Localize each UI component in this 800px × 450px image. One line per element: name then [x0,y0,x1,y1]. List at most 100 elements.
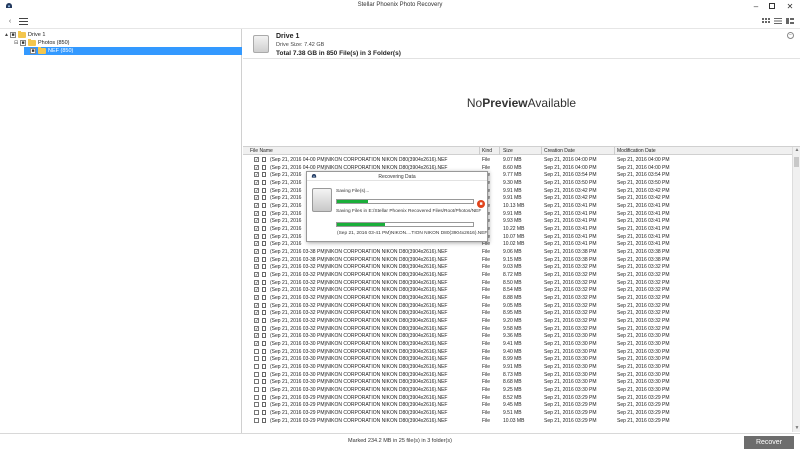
table-row[interactable]: ✓ (Sep 21, 2016 03-30 PM)NIKON CORPORATIO… [243,340,792,348]
drive-size: Drive Size: 7.42 GB [276,42,325,48]
recover-button[interactable]: Recover [744,436,794,449]
table-row[interactable]: ✓ (Sep 21, 2016 03-38 PM)NIKON CORPORATIO… [243,256,792,264]
row-checkbox[interactable]: ✓ [254,210,259,216]
table-row[interactable]: ✓ (Sep 21, 2016 04-00 PM)NIKON CORPORATIO… [243,156,792,164]
view-list-button[interactable] [773,16,783,26]
row-checkbox[interactable]: ✓ [254,287,259,293]
row-checkbox[interactable]: ✓ [254,333,259,339]
table-row[interactable]: ✓ (Sep 21, 2016 03-32 PM)NIKON CORPORATIO… [243,279,792,287]
size-cell: 8.54 MB [503,287,522,294]
table-row[interactable]: ✓ (Sep 21, 2016 03-32 PM)NIKON CORPORATIO… [243,286,792,294]
row-checkbox[interactable]: ✓ [254,341,259,347]
back-button[interactable]: ‹ [5,16,15,26]
row-checkbox[interactable] [254,387,259,393]
row-checkbox[interactable] [254,371,259,377]
row-checkbox[interactable]: ✓ [254,203,259,209]
row-checkbox[interactable]: ✓ [254,195,259,201]
table-row[interactable]: (Sep 21, 2016 03-30 PM)NIKON CORPORATION… [243,363,792,371]
file-name-cell: (Sep 21, 2016 03-32 PM)NIKON CORPORATION… [270,295,448,302]
tree-item[interactable]: ■ NEF (850) [24,47,242,55]
maximize-button[interactable] [762,0,782,12]
table-row[interactable]: ✓ (Sep 21, 2016 03-32 PM)NIKON CORPORATIO… [243,263,792,271]
table-row[interactable]: ✓ (Sep 21, 2016 03-32 PM)NIKON CORPORATIO… [243,309,792,317]
table-row[interactable]: ✓ (Sep 21, 2016 03-32 PM)NIKON CORPORATIO… [243,271,792,279]
row-checkbox[interactable] [254,402,259,408]
row-checkbox[interactable] [254,410,259,416]
row-checkbox[interactable]: ✓ [254,157,259,162]
file-name-cell: (Sep 21, 2016 03-32 PM)NIKON CORPORATION… [270,272,448,279]
row-checkbox[interactable] [254,379,259,385]
minimize-icon: – [753,1,759,11]
row-checkbox[interactable]: ✓ [254,180,259,185]
row-checkbox[interactable] [254,394,259,400]
table-row[interactable]: (Sep 21, 2016 03-30 PM)NIKON CORPORATION… [243,355,792,363]
row-checkbox[interactable]: ✓ [254,279,259,285]
scroll-down-icon[interactable]: ▼ [793,425,800,432]
scroll-thumb[interactable] [794,157,799,167]
column-header-kind[interactable]: Kind [482,148,492,154]
folder-icon [28,39,36,46]
modification-date-cell: Sep 21, 2016 03:41 PM [617,233,670,240]
drive-title: Drive 1 [276,33,300,40]
collapse-icon[interactable]: − [787,32,794,39]
view-detail-button[interactable] [785,16,795,26]
kind-cell: File [482,364,491,371]
row-checkbox[interactable]: ✓ [254,241,259,247]
table-row[interactable]: ✓ (Sep 21, 2016 03-32 PM)NIKON CORPORATIO… [243,302,792,310]
file-icon [262,164,266,170]
table-row[interactable]: ✓ (Sep 21, 2016 03-30 PM)NIKON CORPORATIO… [243,332,792,340]
tree-checkbox[interactable]: ■ [30,48,36,54]
table-row[interactable]: (Sep 21, 2016 03-30 PM)NIKON CORPORATION… [243,378,792,386]
modification-date-cell: Sep 21, 2016 03:32 PM [617,318,670,325]
column-header-size[interactable]: Size [503,148,513,154]
row-checkbox[interactable] [254,417,259,423]
tree-checkbox[interactable]: ■ [10,32,16,38]
table-row[interactable]: (Sep 21, 2016 03-30 PM)NIKON CORPORATION… [243,371,792,379]
row-checkbox[interactable]: ✓ [254,318,259,324]
preview-suffix: Available [527,96,577,110]
table-row[interactable]: ✓ (Sep 21, 2016 03-38 PM)NIKON CORPORATIO… [243,248,792,256]
row-checkbox[interactable] [254,364,259,370]
scroll-up-icon[interactable]: ▲ [793,147,800,155]
row-checkbox[interactable]: ✓ [254,187,259,193]
row-checkbox[interactable]: ✓ [254,310,259,316]
menu-button[interactable] [18,16,28,26]
row-checkbox[interactable]: ✓ [254,272,259,278]
row-checkbox[interactable]: ✓ [254,226,259,232]
row-checkbox[interactable]: ✓ [254,256,259,262]
tree-item[interactable]: ⊟ ■ Photos (850) [14,39,70,47]
creation-date-cell: Sep 21, 2016 03:32 PM [544,264,597,271]
row-checkbox[interactable] [254,356,259,362]
table-row[interactable]: (Sep 21, 2016 03-29 PM)NIKON CORPORATION… [243,417,792,425]
kind-cell: File [482,249,491,256]
table-row[interactable]: ✓ (Sep 21, 2016 03-32 PM)NIKON CORPORATIO… [243,294,792,302]
row-checkbox[interactable]: ✓ [254,218,259,224]
stop-button[interactable]: ■ [477,200,485,208]
row-checkbox[interactable]: ✓ [254,295,259,301]
table-scrollbar[interactable]: ▲ ▼ [792,147,800,432]
kind-cell: File [482,341,491,348]
table-row[interactable]: (Sep 21, 2016 03-29 PM)NIKON CORPORATION… [243,409,792,417]
view-grid-button[interactable] [761,16,771,26]
creation-date-cell: Sep 21, 2016 03:29 PM [544,417,597,424]
close-button[interactable]: ✕ [780,0,800,12]
table-row[interactable]: (Sep 21, 2016 03-29 PM)NIKON CORPORATION… [243,394,792,402]
row-checkbox[interactable]: ✓ [254,164,259,170]
row-checkbox[interactable]: ✓ [254,264,259,270]
row-checkbox[interactable] [254,348,259,354]
row-checkbox[interactable]: ✓ [254,233,259,239]
column-header-modification-date[interactable]: Modification Date [617,148,656,154]
row-checkbox[interactable]: ✓ [254,172,259,178]
table-row[interactable]: (Sep 21, 2016 03-30 PM)NIKON CORPORATION… [243,348,792,356]
column-header-creation-date[interactable]: Creation Date [544,148,575,154]
tree-checkbox[interactable]: ■ [20,40,26,46]
column-header-file-name[interactable]: File Name [250,148,273,154]
tree-item[interactable]: ▲ ■ Drive 1 [4,31,45,39]
table-row[interactable]: (Sep 21, 2016 03-29 PM)NIKON CORPORATION… [243,401,792,409]
row-checkbox[interactable]: ✓ [254,249,259,255]
row-checkbox[interactable]: ✓ [254,302,259,308]
row-checkbox[interactable]: ✓ [254,325,259,331]
table-row[interactable]: ✓ (Sep 21, 2016 03-32 PM)NIKON CORPORATIO… [243,325,792,333]
table-row[interactable]: ✓ (Sep 21, 2016 03-32 PM)NIKON CORPORATIO… [243,317,792,325]
table-row[interactable]: (Sep 21, 2016 03-30 PM)NIKON CORPORATION… [243,386,792,394]
